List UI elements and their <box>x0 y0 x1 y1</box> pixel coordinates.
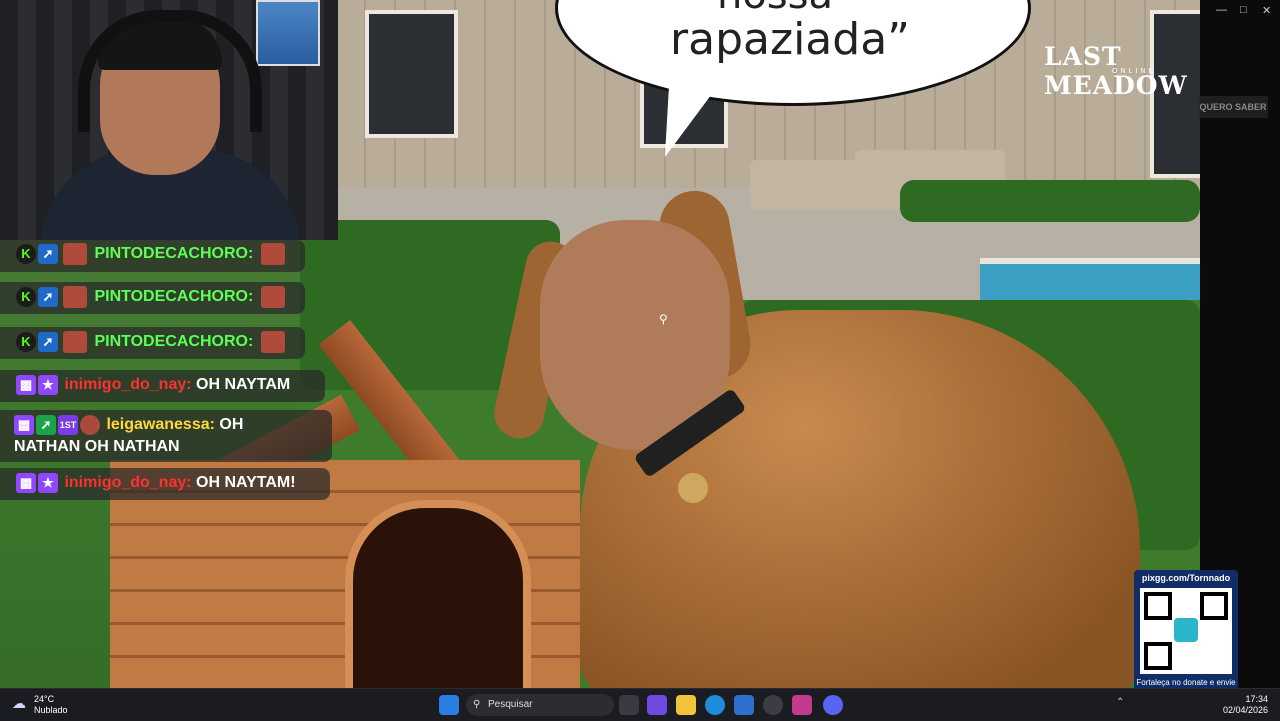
copilot-icon[interactable] <box>647 695 667 715</box>
star-icon: ★ <box>38 374 58 395</box>
chat-username: PINTODECACHORO: <box>94 245 254 262</box>
sword-icon: ➚ <box>36 414 56 435</box>
emote-icon <box>260 330 285 353</box>
chat-message: ▩ ★ inimigo_do_nay: OH NAYTAM! <box>0 468 330 500</box>
twitch-icon: ▩ <box>14 414 34 435</box>
house-window <box>365 10 458 138</box>
streamlabs-icon[interactable] <box>792 695 812 715</box>
zoom-cursor-icon: ⚲ <box>659 312 668 326</box>
twitch-icon: ▩ <box>16 472 36 493</box>
twitch-icon: ▩ <box>16 374 36 395</box>
discord-icon[interactable] <box>823 695 843 715</box>
weather-condition: Nublado <box>34 705 68 715</box>
qr-code <box>1140 588 1232 674</box>
user-avatar <box>63 330 87 353</box>
user-avatar <box>63 285 87 308</box>
chat-username: inimigo_do_nay: <box>64 474 192 491</box>
hammer-icon: ➚ <box>38 331 58 352</box>
chat-message: K ➚ PINTODECACHORO: <box>0 327 305 359</box>
chat-message: K ➚ PINTODECACHORO: <box>0 240 305 272</box>
task-view-icon[interactable] <box>619 695 639 715</box>
speech-bubble-text: rapaziada” <box>670 14 910 65</box>
file-explorer-icon[interactable] <box>676 695 696 715</box>
taskbar-search[interactable]: ⚲ Pesquisar <box>466 694 614 716</box>
taskbar-clock[interactable]: 17:34 02/04/2026 <box>1220 694 1268 716</box>
wall-poster <box>256 0 320 66</box>
search-icon: ⚲ <box>473 699 481 710</box>
first-badge: 1ST <box>58 414 78 435</box>
obs-icon[interactable] <box>763 695 783 715</box>
chat-username: PINTODECACHORO: <box>94 288 254 305</box>
hammer-icon: ➚ <box>38 286 58 307</box>
windows-taskbar: ☁ 24°C Nublado ⚲ Pesquisar ⌃ 17:34 02/04… <box>0 688 1280 721</box>
qr-logo <box>1174 618 1198 642</box>
chat-username: leigawanessa: <box>106 416 215 433</box>
weather-widget[interactable]: ☁ 24°C Nublado <box>12 694 68 716</box>
chat-message: ▩ ★ inimigo_do_nay: OH NAYTAM <box>0 370 325 402</box>
emote-icon <box>260 242 285 265</box>
star-icon: ★ <box>38 472 58 493</box>
kick-icon: K <box>16 331 36 352</box>
chat-text: OH NAYTAM <box>196 376 291 393</box>
minimize-button[interactable]: — <box>1216 4 1227 16</box>
poop-emote-icon <box>80 414 100 435</box>
chat-username: PINTODECACHORO: <box>94 333 254 350</box>
close-window-button[interactable]: ✕ <box>1262 4 1271 17</box>
sponsor-logo-sub: ONLINE <box>1112 68 1157 75</box>
user-avatar <box>63 242 87 265</box>
edge-icon[interactable] <box>705 695 725 715</box>
start-icon[interactable] <box>439 695 459 715</box>
tray-chevron-icon[interactable]: ⌃ <box>1116 697 1124 708</box>
cloud-icon: ☁ <box>12 695 26 711</box>
chat-message: ▩ ➚ 1ST leigawanessa: OH NATHAN OH NATHAN <box>0 410 332 462</box>
kick-icon: K <box>16 243 36 264</box>
collar-tag <box>678 473 708 503</box>
chat-text: OH NAYTAM! <box>196 474 296 491</box>
maximize-button[interactable]: □ <box>1240 4 1247 16</box>
quero-saber-button[interactable]: QUERO SABER <box>1198 96 1268 118</box>
clock-time: 17:34 <box>1245 694 1268 704</box>
person-in-dog-costume <box>489 180 1140 688</box>
hammer-icon: ➚ <box>38 243 58 264</box>
qr-finder <box>1200 592 1228 620</box>
chat-message: K ➚ PINTODECACHORO: <box>0 282 305 314</box>
chat-text-continued: NATHAN OH NATHAN <box>14 438 180 455</box>
emote-icon <box>260 285 285 308</box>
qr-finder <box>1144 592 1172 620</box>
clock-date: 02/04/2026 <box>1222 705 1268 715</box>
kick-icon: K <box>16 286 36 307</box>
chat-username: inimigo_do_nay: <box>64 376 192 393</box>
donation-url: pixgg.com/Tornnado <box>1141 573 1231 583</box>
webcam-overlay <box>0 0 338 240</box>
search-placeholder: Pesquisar <box>488 699 533 710</box>
chat-text: OH <box>219 416 244 433</box>
weather-temp: 24°C <box>34 694 55 704</box>
qr-finder <box>1144 642 1172 670</box>
photos-icon[interactable] <box>734 695 754 715</box>
